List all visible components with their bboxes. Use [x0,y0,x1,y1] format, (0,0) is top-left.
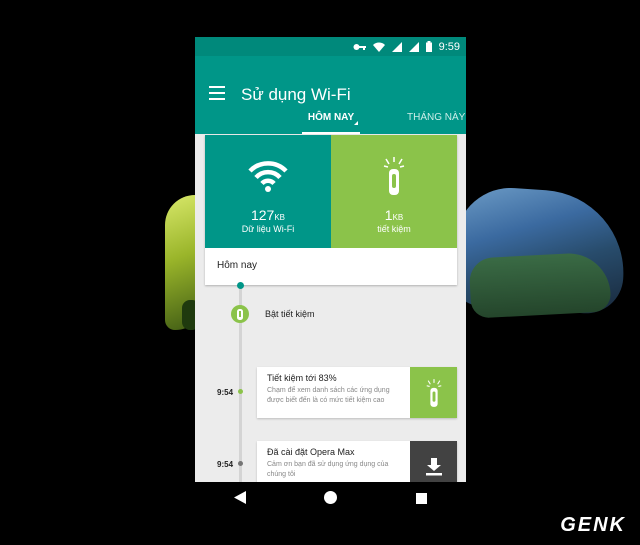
recents-button[interactable] [415,491,427,509]
signal-icon [391,41,402,52]
app-title: Sử dụng Wi-Fi [241,85,351,104]
wifi-icon [248,161,288,192]
app-bar: Sử dụng Wi-Fi HÔM NAY THÁNG NÀY [195,56,466,134]
status-time: 9:59 [438,40,460,53]
tab-bar: HÔM NAY THÁNG NÀY [195,104,466,134]
tab-this-month[interactable]: THÁNG NÀY [407,112,465,123]
timeline-item-savings[interactable]: Tiết kiệm tới 83% Chạm để xem danh sách … [257,367,457,418]
tab-dropdown-corner [354,121,358,125]
timeline-dot [238,461,243,466]
menu-icon-line [209,92,225,94]
phone-screen: 9:59 Sử dụng Wi-Fi HÔM NAY THÁNG NÀY 127… [195,37,466,482]
tab-indicator [302,132,360,134]
savings-label: tiết kiệm [377,224,411,234]
home-button[interactable] [324,491,338,509]
background-bird-body [468,251,612,319]
savings-number: 1 [384,207,393,223]
timeline-time: 9:54 [217,388,234,397]
menu-icon [209,86,225,88]
menu-button[interactable] [209,86,225,100]
timeline-item-installed[interactable]: Đã cài đặt Opera Max Cảm ơn bạn đã sử dụ… [257,441,457,482]
saving-icon [383,157,405,195]
battery-icon [425,41,432,52]
savings-panel[interactable]: 1KB tiết kiệm [331,135,457,248]
recents-icon [415,493,427,504]
wifi-data-value: 127KB [251,207,285,223]
system-nav-bar [195,482,466,518]
wifi-data-label: Dữ liệu Wi-Fi [241,224,295,234]
item-description: Chạm để xem danh sách các ứng dụng được … [267,387,390,404]
item-thumbnail [410,367,457,418]
timeline-saving-marker [231,305,249,323]
item-title: Đã cài đặt Opera Max [267,447,355,457]
menu-icon-line [209,98,225,100]
watermark-logo: GENK [560,514,626,536]
item-description: Cảm ơn bạn đã sử dụng ứng dụng của chúng… [267,461,389,478]
wifi-status-icon [372,42,385,52]
timeline-time: 9:54 [217,460,234,469]
timeline-start-event: Bật tiết kiệm [265,309,315,319]
saving-icon [426,378,441,407]
back-button[interactable] [234,491,247,509]
download-icon [425,457,442,475]
date-heading: Hôm nay [217,260,258,271]
timeline-dot [238,389,243,394]
signal-icon-2 [408,41,419,52]
item-thumbnail [410,441,457,482]
savings-value: 1KB [385,207,403,223]
timeline-start-dot [237,282,244,289]
status-bar: 9:59 [195,37,466,56]
summary-card: 127KB Dữ liệu Wi-Fi 1KB tiết kiệm Hôm na… [205,135,457,285]
key-icon [353,43,366,50]
tab-today[interactable]: HÔM NAY [302,112,360,123]
savings-unit: KB [392,213,404,222]
lock-icon [237,308,243,320]
wifi-data-number: 127 [250,207,275,223]
wifi-data-unit: KB [274,213,286,222]
back-icon [234,491,247,504]
wifi-data-panel[interactable]: 127KB Dữ liệu Wi-Fi [205,135,331,248]
item-title: Tiết kiệm tới 83% [267,373,337,383]
home-icon [324,491,338,504]
